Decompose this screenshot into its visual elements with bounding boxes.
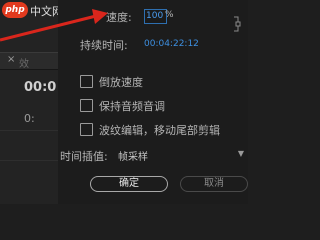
chevron-down-icon: ▼ bbox=[237, 149, 244, 158]
time-interpolation-label: 时间插值: bbox=[60, 150, 108, 163]
reverse-speed-checkbox[interactable] bbox=[80, 75, 93, 88]
cancel-button[interactable]: 取消 bbox=[180, 176, 248, 192]
time-interpolation-dropdown[interactable]: 帧采样 ▼ bbox=[118, 148, 246, 163]
divider bbox=[0, 160, 60, 161]
link-chain-icon[interactable] bbox=[232, 16, 244, 32]
speed-label: 速度: bbox=[106, 11, 132, 24]
speed-duration-dialog: 速度: 100 % 持续时间: 00:04:22:12 倒放速度 保持音频音调 … bbox=[58, 0, 248, 204]
reverse-speed-label: 倒放速度 bbox=[99, 76, 143, 89]
maintain-pitch-label: 保持音频音调 bbox=[99, 100, 165, 113]
timecode-display: 00:0 bbox=[24, 80, 57, 95]
time-interpolation-value: 帧采样 bbox=[118, 152, 148, 163]
duration-label: 持续时间: bbox=[80, 39, 128, 52]
divider bbox=[0, 130, 60, 131]
timecode-sub: 0: bbox=[24, 112, 35, 125]
watermark-logo: php bbox=[2, 2, 28, 18]
panel-tab-label[interactable]: 效 bbox=[19, 55, 29, 70]
speed-input[interactable]: 100 bbox=[144, 9, 167, 24]
ok-button[interactable]: 确定 bbox=[90, 176, 168, 192]
background-panel: × 效 00:0 0: bbox=[0, 0, 60, 204]
ripple-edit-label: 波纹编辑，移动尾部剪辑 bbox=[99, 124, 220, 137]
maintain-pitch-checkbox[interactable] bbox=[80, 99, 93, 112]
duration-value[interactable]: 00:04:22:12 bbox=[144, 39, 199, 49]
speed-unit: % bbox=[165, 10, 174, 20]
speed-duration-window: × 效 00:0 0: php 中文网 速度: 100 % 持续时间: 00:0… bbox=[0, 0, 248, 204]
ripple-edit-checkbox[interactable] bbox=[80, 123, 93, 136]
close-icon[interactable]: × bbox=[7, 54, 15, 65]
